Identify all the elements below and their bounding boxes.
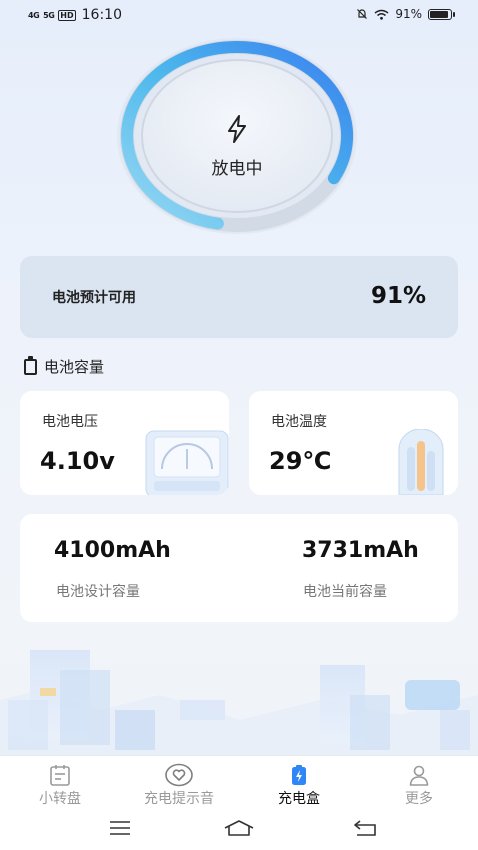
capacity-section-label: 电池容量 xyxy=(44,358,105,376)
capacity-card: 4100mAh 电池设计容量 3731mAh 电池当前容量 xyxy=(20,514,458,622)
tab-charging-sound[interactable]: 充电提示音 xyxy=(119,762,239,808)
bottom-tab-bar: 小转盘 充电提示音 充电盒 更多 xyxy=(0,755,478,810)
battery-percent: 91% xyxy=(395,7,422,21)
voltage-label: 电池电压 xyxy=(42,414,98,430)
silent-bell-icon xyxy=(357,9,368,19)
capacity-section-title: 电池容量 xyxy=(24,355,105,377)
tab-charging-box[interactable]: 充电盒 xyxy=(239,762,359,808)
battery-outline-icon xyxy=(24,355,37,375)
wifi-icon xyxy=(374,9,389,20)
status-right: 91% xyxy=(356,7,455,21)
design-capacity-label: 电池设计容量 xyxy=(56,584,140,600)
city-illustration xyxy=(0,650,478,755)
hd-icon: HD xyxy=(58,9,76,21)
temperature-label: 电池温度 xyxy=(271,414,327,430)
status-bar: 4G 5G HD 16:10 91% xyxy=(0,0,478,30)
menu-icon[interactable] xyxy=(108,818,132,838)
voltage-card: 电池电压 4.10v xyxy=(20,391,229,495)
battery-remaining-card: 电池预计可用 91% xyxy=(20,256,458,338)
battery-icon xyxy=(428,8,455,20)
thermometer-icon xyxy=(398,429,444,495)
status-left: 4G 5G HD 16:10 xyxy=(28,7,122,23)
voltage-value: 4.10v xyxy=(40,447,115,475)
ring-center: 放电中 xyxy=(114,36,360,236)
discharge-ring: 放电中 xyxy=(114,36,360,236)
remaining-value: 91% xyxy=(370,283,426,309)
signal-4g-icon: 4G xyxy=(28,10,40,20)
current-capacity-label: 电池当前容量 xyxy=(303,584,387,600)
remaining-label: 电池预计可用 xyxy=(52,290,136,306)
battery-charging-icon xyxy=(292,765,306,785)
tab-more-label: 更多 xyxy=(405,791,433,807)
tab-charging-sound-label: 充电提示音 xyxy=(144,791,214,807)
tab-turntable-label: 小转盘 xyxy=(39,791,81,807)
home-icon[interactable] xyxy=(223,818,255,838)
battery-fill xyxy=(430,10,449,18)
voltmeter-icon xyxy=(145,430,229,495)
design-capacity-value: 4100mAh xyxy=(54,538,171,563)
ring-status-label: 放电中 xyxy=(211,159,263,179)
heart-icon xyxy=(165,763,193,787)
temperature-value: 29℃ xyxy=(269,447,332,475)
tab-more[interactable]: 更多 xyxy=(359,762,478,808)
lightning-icon xyxy=(228,115,246,143)
system-nav-bar xyxy=(0,810,478,850)
status-time: 16:10 xyxy=(81,7,122,23)
back-icon[interactable] xyxy=(352,818,378,838)
tab-charging-box-label: 充电盒 xyxy=(278,791,320,807)
person-icon xyxy=(409,765,429,786)
notepad-icon xyxy=(50,765,70,786)
tab-turntable[interactable]: 小转盘 xyxy=(0,762,120,808)
signal-5g-icon: 5G xyxy=(43,10,55,20)
current-capacity-value: 3731mAh xyxy=(302,538,419,563)
temperature-card: 电池温度 29℃ xyxy=(249,391,458,495)
